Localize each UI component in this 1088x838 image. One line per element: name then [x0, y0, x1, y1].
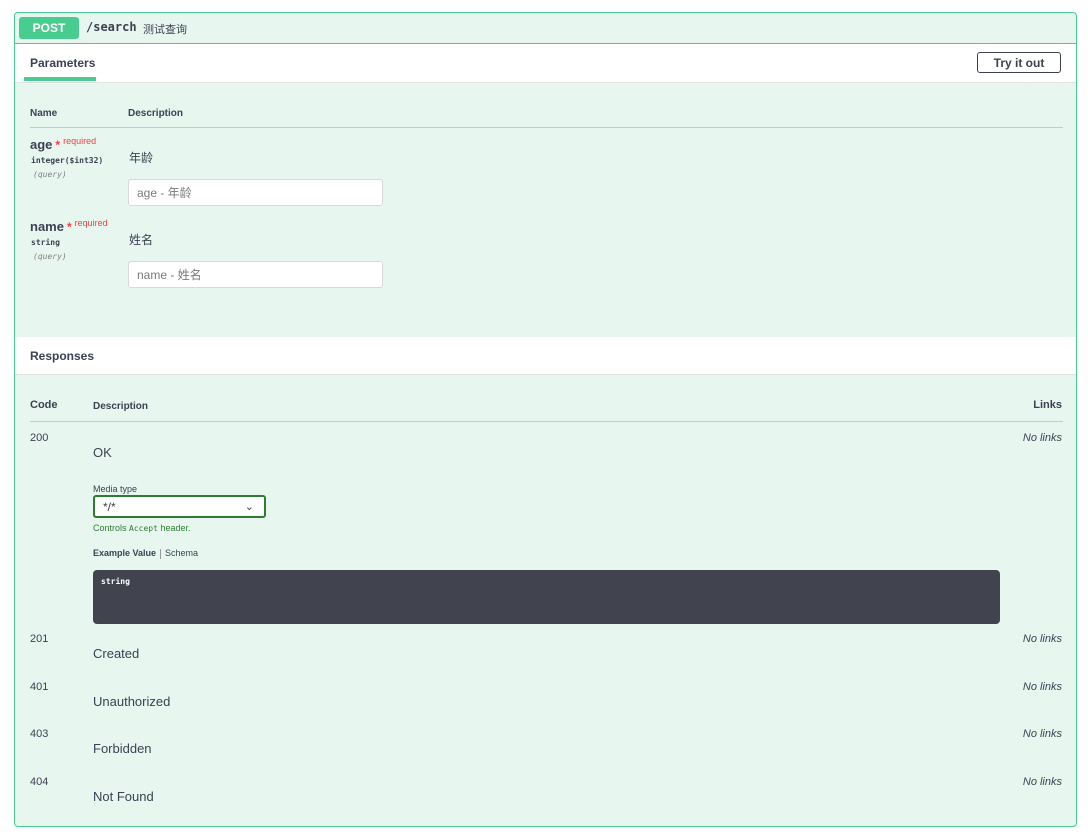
tab-schema[interactable]: Schema [165, 548, 198, 558]
example-schema-tabs: Example Value Schema [93, 548, 198, 559]
responses-col-links: Links [1033, 399, 1062, 411]
try-it-out-button[interactable]: Try it out [977, 52, 1061, 73]
operation-summary-text: 测试查询 [143, 24, 187, 36]
response-description-200: OK [93, 445, 112, 460]
params-divider [30, 127, 1063, 128]
controls-accept-code: Accept [129, 524, 158, 533]
media-type-value: */* [103, 500, 116, 514]
response-code-403: 403 [30, 728, 49, 740]
method-badge: POST [19, 17, 79, 39]
param-description-age: 年龄 [129, 151, 154, 165]
param-in-name: (query) [33, 252, 67, 261]
response-description-401: Unauthorized [93, 694, 171, 709]
param-type-age: integer($int32) [31, 156, 104, 165]
param-name-name: name * required [30, 218, 108, 234]
response-links-403: No links [1022, 728, 1062, 740]
operation-path: /search [86, 20, 137, 34]
required-star: * [66, 220, 72, 234]
example-value-box: string [93, 570, 1000, 624]
media-type-select[interactable]: */* ⌄ [93, 495, 266, 518]
tab-parameters[interactable]: Parameters [30, 56, 95, 70]
params-col-description: Description [128, 108, 184, 119]
controls-accept-note: Controls Accept header. [93, 523, 190, 533]
param-description-name: 姓名 [129, 233, 154, 247]
responses-col-description: Description [93, 401, 149, 412]
tab-separator [160, 548, 162, 559]
response-links-401: No links [1022, 681, 1062, 693]
params-col-name: Name [30, 108, 58, 119]
operation-summary[interactable]: POST /search 测试查询 [15, 13, 1076, 44]
param-name-text: name [30, 219, 64, 234]
param-input-name[interactable] [128, 261, 383, 288]
tab-parameters-underline [24, 77, 96, 81]
response-code-404: 404 [30, 776, 49, 788]
controls-pre: Controls [93, 523, 127, 533]
parameters-header: Parameters Try it out [15, 44, 1076, 83]
param-name-text: age [30, 137, 53, 152]
response-code-201: 201 [30, 633, 49, 645]
response-description-403: Forbidden [93, 741, 152, 756]
response-links-404: No links [1022, 776, 1062, 788]
param-in-age: (query) [33, 170, 67, 179]
responses-divider [30, 421, 1063, 422]
param-type-name: string [31, 238, 60, 247]
response-code-401: 401 [30, 681, 49, 693]
chevron-down-icon: ⌄ [244, 501, 254, 513]
responses-title: Responses [30, 349, 95, 363]
responses-header: Responses [15, 337, 1076, 375]
response-code-200: 200 [30, 432, 49, 444]
required-label: required [74, 218, 108, 228]
example-value-content: string [101, 577, 130, 586]
controls-post: header. [160, 523, 191, 533]
required-star: * [55, 138, 61, 152]
response-description-201: Created [93, 646, 140, 661]
required-label: required [63, 136, 97, 146]
response-links-201: No links [1022, 633, 1062, 645]
param-input-age[interactable] [128, 179, 383, 206]
operation-block-post-search: POST /search 测试查询 Parameters Try it out … [14, 12, 1077, 827]
response-links-200: No links [1022, 432, 1062, 444]
tab-example-value[interactable]: Example Value [93, 548, 156, 558]
param-name-age: age * required [30, 136, 97, 152]
responses-col-code: Code [30, 399, 58, 411]
media-type-label: Media type [93, 484, 138, 494]
response-description-404: Not Found [93, 789, 154, 804]
